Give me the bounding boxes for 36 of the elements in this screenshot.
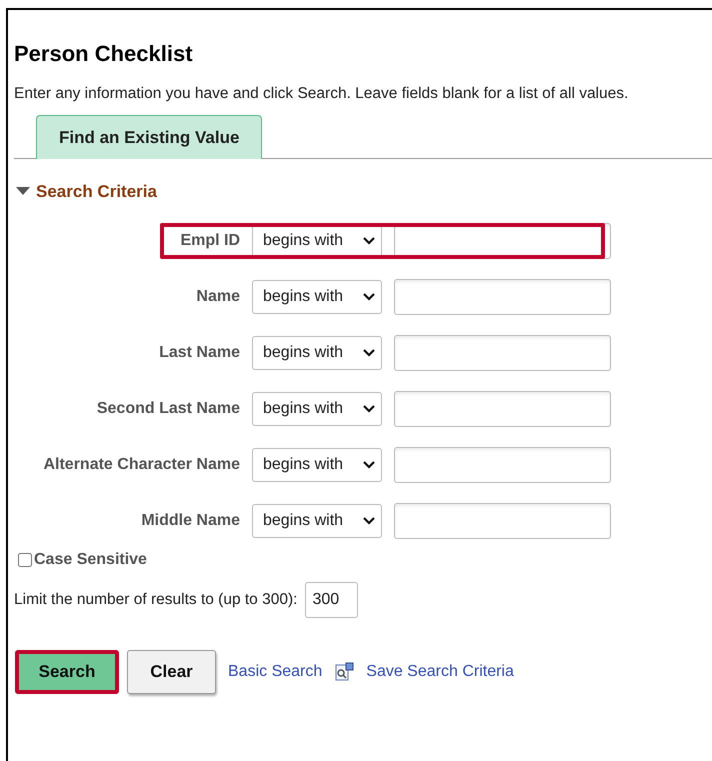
field-label: Empl ID [180,230,240,250]
case-sensitive-checkbox[interactable] [18,552,32,566]
field-label: Second Last Name [96,398,240,418]
collapse-caret-icon[interactable] [16,187,30,196]
field-label: Name [196,286,240,306]
value-input[interactable] [394,222,611,258]
chevron-down-icon [363,516,375,524]
operator-dropdown[interactable]: begins with [252,392,382,426]
chevron-down-icon [363,460,375,468]
action-button[interactable]: Search [15,650,119,694]
search-link[interactable]: Basic Search [228,660,322,684]
value-input[interactable] [394,334,611,370]
value-input[interactable] [394,502,611,538]
operator-dropdown[interactable]: begins with [252,336,382,370]
value-input[interactable] [394,390,611,426]
section-title[interactable]: Search Criteria [36,179,157,204]
operator-dropdown[interactable]: begins with [252,504,382,538]
chevron-down-icon [363,292,375,300]
chevron-down-icon [363,348,375,356]
operator-dropdown[interactable]: begins with [252,280,382,314]
field-label: Alternate Character Name [43,454,240,474]
limit-label: Limit the number of results to (up to 300): [14,590,298,610]
chevron-down-icon [363,236,375,244]
page-title: Person Checklist [14,40,194,68]
value-input[interactable] [394,446,611,482]
value-input[interactable] [394,278,611,314]
limit-input[interactable]: 300 [305,582,358,618]
action-button[interactable]: Clear [127,650,216,694]
case-sensitive-label: Case Sensitive [34,550,147,570]
tab[interactable]: Find an Existing Value [36,115,262,159]
instructions-text: Enter any information you have and click Search. Leave fields blank for a list of all values. [14,84,630,104]
operator-dropdown[interactable]: begins with [252,448,382,482]
field-label: Middle Name [141,510,240,530]
chevron-down-icon [363,404,375,412]
field-label: Last Name [159,342,240,362]
search-link[interactable]: Save Search Criteria [366,660,514,684]
